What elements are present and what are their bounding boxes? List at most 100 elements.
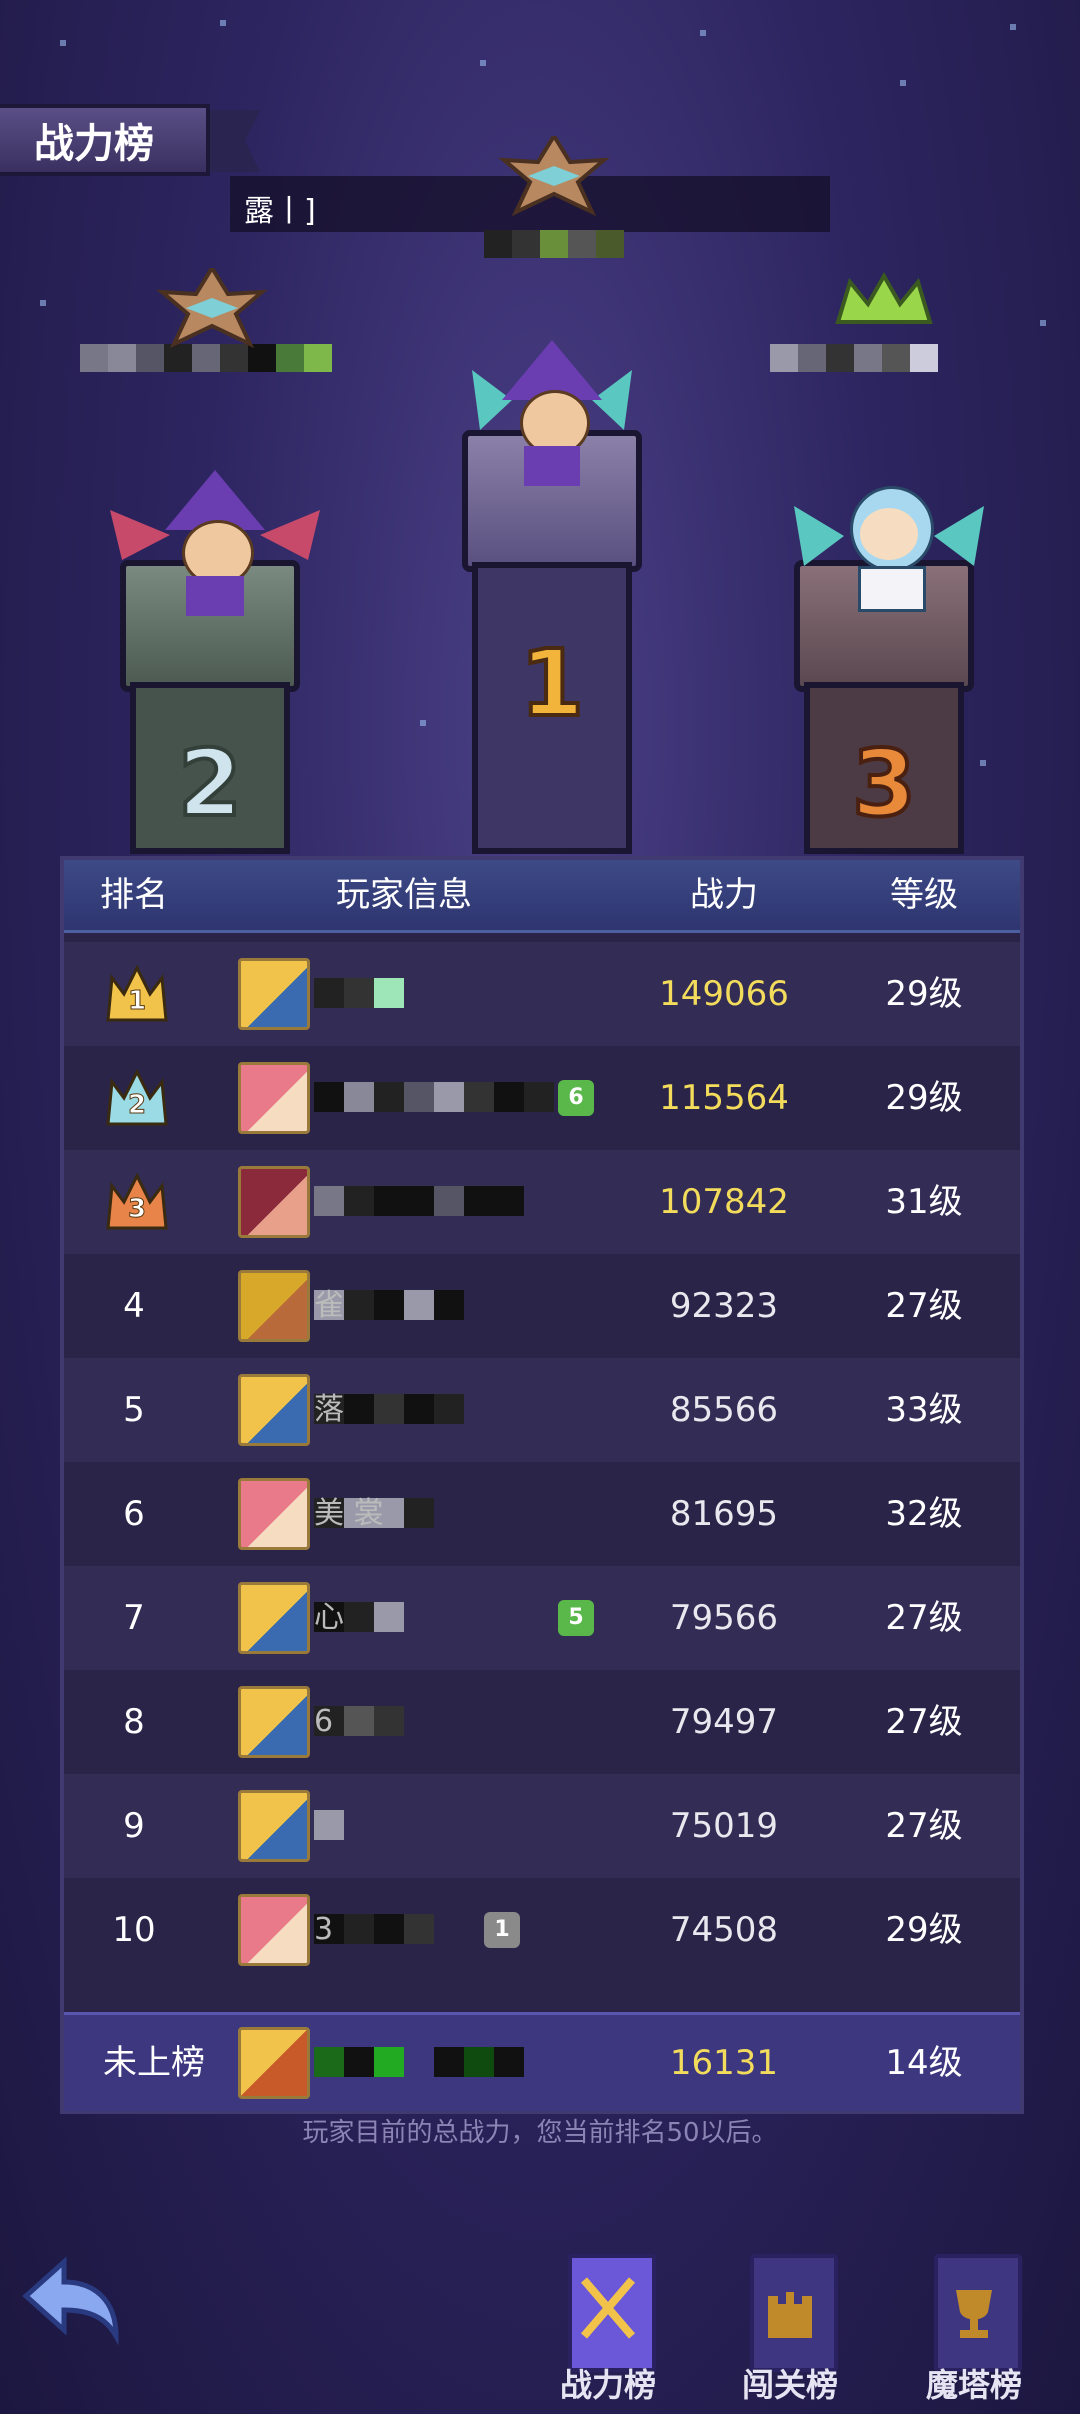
tab-label: 魔塔榜 xyxy=(925,2366,1022,2404)
podium-rank-1: 1 xyxy=(518,628,586,739)
player-name: 雀 xyxy=(314,1288,344,1323)
player-power: 92323 xyxy=(669,1286,779,1326)
my-rank: 未上榜 xyxy=(103,2043,205,2083)
tab-power-ranking[interactable]: 战力榜 xyxy=(538,2248,678,2404)
rank-number: 3 xyxy=(127,1194,147,1225)
table-header: 排名 玩家信息 战力 等级 xyxy=(64,860,1020,933)
player-level: 29级 xyxy=(885,1078,963,1118)
table-row[interactable]: 7 心 5 79566 27级 xyxy=(64,1566,1020,1670)
rank-number: 1 xyxy=(127,986,147,1017)
trophy-icon xyxy=(934,2254,1022,2372)
table-row[interactable]: 2 6 115564 29级 xyxy=(64,1046,1020,1150)
player-power: 149066 xyxy=(659,974,789,1014)
player-avatar[interactable] xyxy=(238,1790,310,1862)
table-row[interactable]: 5 落 85566 33级 xyxy=(64,1358,1020,1462)
first-place-name-blur xyxy=(484,230,624,258)
player-power: 115564 xyxy=(659,1078,789,1118)
footer-note: 玩家目前的总战力，您当前排名50以后。 xyxy=(302,2118,778,2148)
player-name-blur xyxy=(314,1082,554,1114)
header-rank: 排名 xyxy=(100,875,168,915)
table-row[interactable]: 1 149066 29级 xyxy=(64,942,1020,1046)
third-place-character xyxy=(794,486,984,616)
player-power: 107842 xyxy=(659,1182,789,1222)
tab-label: 战力榜 xyxy=(559,2366,656,2404)
player-avatar[interactable] xyxy=(238,1582,310,1654)
rank-number: 10 xyxy=(112,1910,156,1950)
player-level: 27级 xyxy=(885,1598,963,1638)
rank-crown-icon: 1 xyxy=(104,964,170,1026)
player-avatar[interactable] xyxy=(238,1894,310,1966)
player-name: 6 xyxy=(314,1704,334,1739)
crossed-swords-icon xyxy=(568,2254,656,2372)
player-level: 31级 xyxy=(885,1182,963,1222)
rank-number: 8 xyxy=(123,1702,145,1742)
vip-shield-icon: 1 xyxy=(484,1912,520,1948)
table-row[interactable]: 8 6 79497 27级 xyxy=(64,1670,1020,1774)
rank-number: 7 xyxy=(123,1598,145,1638)
player-name: 3 xyxy=(314,1912,334,1947)
rank-number: 9 xyxy=(123,1806,145,1846)
leaderboard-table: 排名 玩家信息 战力 等级 1 149066 29级 2 6 115564 29级 3 1078… xyxy=(60,856,1024,2114)
page-title: 战力榜 xyxy=(0,104,210,176)
title-flag xyxy=(210,110,260,172)
player-level: 27级 xyxy=(885,1806,963,1846)
my-level: 14级 xyxy=(885,2043,963,2083)
table-row[interactable]: 10 3 1 74508 29级 xyxy=(64,1878,1020,1982)
player-avatar[interactable] xyxy=(238,1686,310,1758)
header-power: 战力 xyxy=(690,875,758,915)
player-power: 81695 xyxy=(669,1494,779,1534)
player-avatar[interactable] xyxy=(238,1270,310,1342)
first-place-badge-icon xyxy=(498,136,610,216)
my-avatar xyxy=(238,2027,310,2099)
header-player-info: 玩家信息 xyxy=(336,875,472,915)
rank-crown-icon: 3 xyxy=(104,1172,170,1234)
player-power: 74508 xyxy=(669,1910,779,1950)
third-place-badge-icon xyxy=(835,272,933,324)
rank-number: 2 xyxy=(127,1090,147,1121)
second-place-character xyxy=(110,470,320,620)
rank-crown-icon: 2 xyxy=(104,1068,170,1130)
second-place-name-blur xyxy=(80,344,332,372)
player-name-blur xyxy=(314,1186,524,1218)
second-place-badge-icon xyxy=(156,268,268,348)
podium-rank-2: 2 xyxy=(176,728,244,839)
table-row[interactable]: 9 75019 27级 xyxy=(64,1774,1020,1878)
rank-number: 4 xyxy=(123,1286,145,1326)
player-name: 心 xyxy=(314,1600,344,1635)
third-place-name-blur xyxy=(770,344,938,372)
table-row[interactable]: 3 107842 31级 xyxy=(64,1150,1020,1254)
player-name: 美 裳 xyxy=(314,1496,384,1531)
tab-label: 闯关榜 xyxy=(741,2366,838,2404)
my-rank-row: 未上榜 16131 14级 xyxy=(64,2012,1020,2111)
back-arrow-icon[interactable] xyxy=(16,2256,126,2356)
player-level: 32级 xyxy=(885,1494,963,1534)
player-level: 27级 xyxy=(885,1286,963,1326)
first-place-name: 露丨] xyxy=(244,194,316,229)
podium-first: 1 xyxy=(462,430,642,854)
my-name-blur xyxy=(314,2047,524,2079)
tab-tower-ranking[interactable]: 魔塔榜 xyxy=(904,2248,1044,2404)
player-avatar[interactable] xyxy=(238,1166,310,1238)
player-level: 27级 xyxy=(885,1702,963,1742)
player-name-blur xyxy=(314,978,404,1010)
rank-number: 5 xyxy=(123,1390,145,1430)
tab-stage-ranking[interactable]: 闯关榜 xyxy=(720,2248,860,2404)
player-level: 29级 xyxy=(885,974,963,1014)
table-row[interactable]: 4 雀 92323 27级 xyxy=(64,1254,1020,1358)
vip-shield-icon: 5 xyxy=(558,1600,594,1636)
my-power: 16131 xyxy=(669,2043,779,2083)
player-power: 85566 xyxy=(669,1390,779,1430)
vip-shield-icon: 6 xyxy=(558,1080,594,1116)
player-power: 79566 xyxy=(669,1598,779,1638)
podium-rank-3: 3 xyxy=(850,728,918,839)
header-level: 等级 xyxy=(890,875,958,915)
player-avatar[interactable] xyxy=(238,1374,310,1446)
player-avatar[interactable] xyxy=(238,1478,310,1550)
player-name: 落 xyxy=(314,1392,344,1427)
rank-number: 6 xyxy=(123,1494,145,1534)
player-level: 33级 xyxy=(885,1390,963,1430)
first-place-character xyxy=(462,340,642,490)
table-row[interactable]: 6 美 裳 81695 32级 xyxy=(64,1462,1020,1566)
player-avatar[interactable] xyxy=(238,958,310,1030)
player-avatar[interactable] xyxy=(238,1062,310,1134)
